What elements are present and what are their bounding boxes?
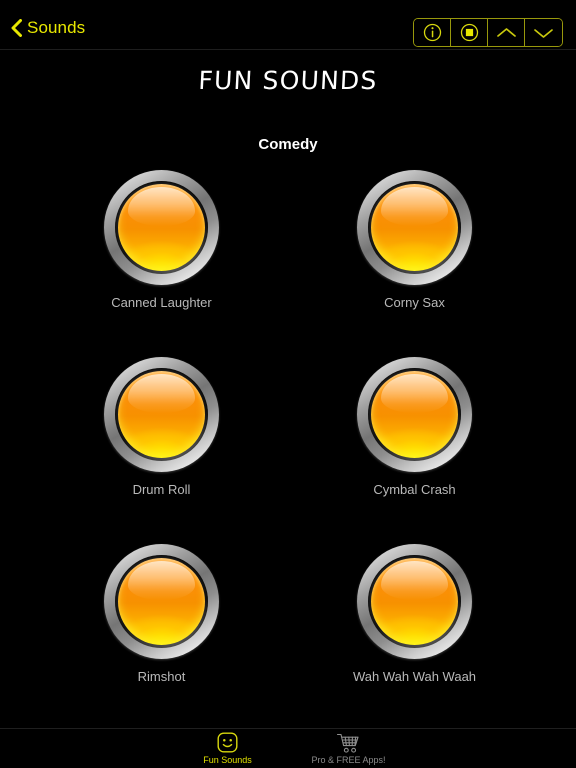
sound-label: Rimshot [137,669,186,684]
back-button-label: Sounds [27,18,86,37]
sound-cell: Canned Laughter [104,170,219,357]
sound-label: Drum Roll [132,482,191,497]
sound-button-wah-wah-wah-waah[interactable] [357,544,472,659]
button-dome [118,558,205,645]
chevron-left-icon [11,19,22,37]
button-dome [118,371,205,458]
stop-button[interactable] [451,19,488,46]
info-circle-icon [423,23,441,42]
chevron-down-icon [534,28,553,38]
tab-bar: Fun Sounds Pro & FREE Apps! [0,728,576,768]
tab-label: Pro & FREE Apps! [311,755,386,765]
sound-cell: Drum Roll [104,357,219,544]
button-dome [371,184,458,271]
sound-label: Corny Sax [384,295,445,310]
sound-grid-row: Canned Laughter Corny Sax [0,170,576,357]
button-dome [371,558,458,645]
sound-grid: Canned Laughter Corny Sax Drum Roll Cymb… [0,170,576,731]
chevron-up-icon [496,27,516,37]
sound-grid-row: Drum Roll Cymbal Crash [0,357,576,544]
tab-icon-wrapper [336,731,362,754]
playback-segmented-control [413,18,563,47]
tab-icon-wrapper [216,731,239,754]
sound-cell: Rimshot [104,544,219,731]
stop-circle-icon [460,23,478,42]
section-header: Comedy [258,136,318,153]
previous-button[interactable] [488,19,525,46]
page-title: FUN SOUNDS [197,66,379,95]
sound-button-rimshot[interactable] [104,544,219,659]
sound-label: Wah Wah Wah Waah [352,669,477,684]
sound-button-corny-sax[interactable] [357,170,472,285]
sound-button-cymbal-crash[interactable] [357,357,472,472]
sound-cell: Wah Wah Wah Waah [353,544,476,731]
tab-fun-sounds[interactable]: Fun Sounds [185,731,271,766]
shopping-cart-icon [336,733,359,753]
sound-grid-row: Rimshot Wah Wah Wah Waah [0,544,576,731]
sound-button-drum-roll[interactable] [104,357,219,472]
tab-pro-free-apps[interactable]: Pro & FREE Apps! [306,731,392,766]
sound-cell: Corny Sax [357,170,472,357]
button-dome [371,371,458,458]
navigation-bar: Sounds [0,0,576,50]
app-screen: Sounds FUN SOUNDS Comedy Canned Laughter… [0,0,576,768]
sound-label: Canned Laughter [111,295,212,310]
tab-label: Fun Sounds [203,755,252,765]
button-dome [118,184,205,271]
next-button[interactable] [525,19,562,46]
sound-cell: Cymbal Crash [357,357,472,544]
info-button[interactable] [414,19,451,46]
sound-label: Cymbal Crash [373,482,456,497]
sound-button-canned-laughter[interactable] [104,170,219,285]
smiley-face-icon [217,732,238,753]
back-button[interactable]: Sounds [11,19,85,37]
